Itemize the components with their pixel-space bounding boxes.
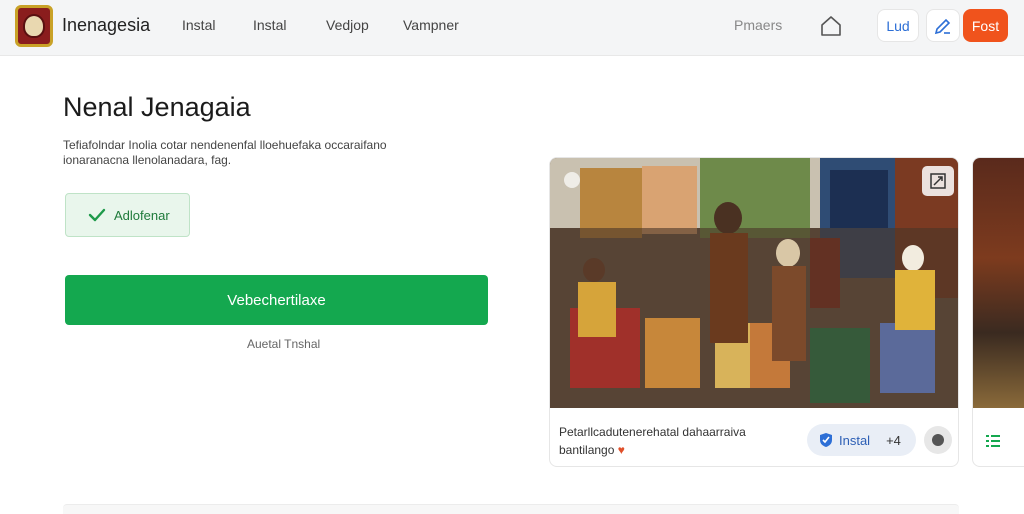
bottom-section-edge xyxy=(63,504,959,514)
expand-icon xyxy=(930,173,946,189)
edit-icon xyxy=(934,18,951,34)
nav-link-2[interactable]: Instal xyxy=(253,17,286,33)
top-navbar: Inenagesia Instal Instal Vedjop Vampner … xyxy=(0,0,1024,56)
nav-link-right[interactable]: Pmaers xyxy=(734,17,782,33)
home-icon[interactable] xyxy=(818,13,844,39)
status-chip[interactable]: Adlofenar xyxy=(65,193,190,237)
record-icon xyxy=(932,434,944,446)
list-icon[interactable] xyxy=(985,433,1001,449)
login-button[interactable]: Lud xyxy=(877,9,919,42)
primary-action-button[interactable]: Vebechertilaxe xyxy=(65,275,488,325)
card-caption-text: Petarllcadutenerehatal dahaarraiva banti… xyxy=(559,425,746,457)
logo-emblem-icon[interactable] xyxy=(15,5,53,47)
check-icon xyxy=(88,208,106,222)
card-photo xyxy=(550,158,958,408)
nav-link-3[interactable]: Vedjop xyxy=(326,17,369,33)
secondary-link[interactable]: Auetal Tnshal xyxy=(247,337,320,351)
card-caption: Petarllcadutenerehatal dahaarraiva banti… xyxy=(559,423,789,459)
status-label: Adlofenar xyxy=(114,207,170,223)
media-card-secondary[interactable] xyxy=(972,157,1024,467)
nav-link-4[interactable]: Vampner xyxy=(403,17,459,33)
nav-link-1[interactable]: Instal xyxy=(182,17,215,33)
card-photo-secondary xyxy=(973,158,1024,408)
shield-check-icon xyxy=(820,433,832,447)
media-card[interactable]: Petarllcadutenerehatal dahaarraiva banti… xyxy=(549,157,959,467)
heart-icon: ♥ xyxy=(617,443,625,457)
install-pill-button[interactable]: Instal +4 xyxy=(807,424,916,456)
more-button[interactable] xyxy=(924,426,952,454)
expand-button[interactable] xyxy=(922,166,954,196)
install-label: Instal xyxy=(839,432,871,448)
install-count: +4 xyxy=(886,432,901,448)
page-description: Tefiafolndar Inolia cotar nendenenfal ll… xyxy=(63,138,387,167)
cta-button[interactable]: Fost xyxy=(963,9,1008,42)
brand-name[interactable]: Inenagesia xyxy=(62,15,150,36)
page-title: Nenal Jenagaia xyxy=(63,92,251,122)
edit-button[interactable] xyxy=(926,9,960,42)
